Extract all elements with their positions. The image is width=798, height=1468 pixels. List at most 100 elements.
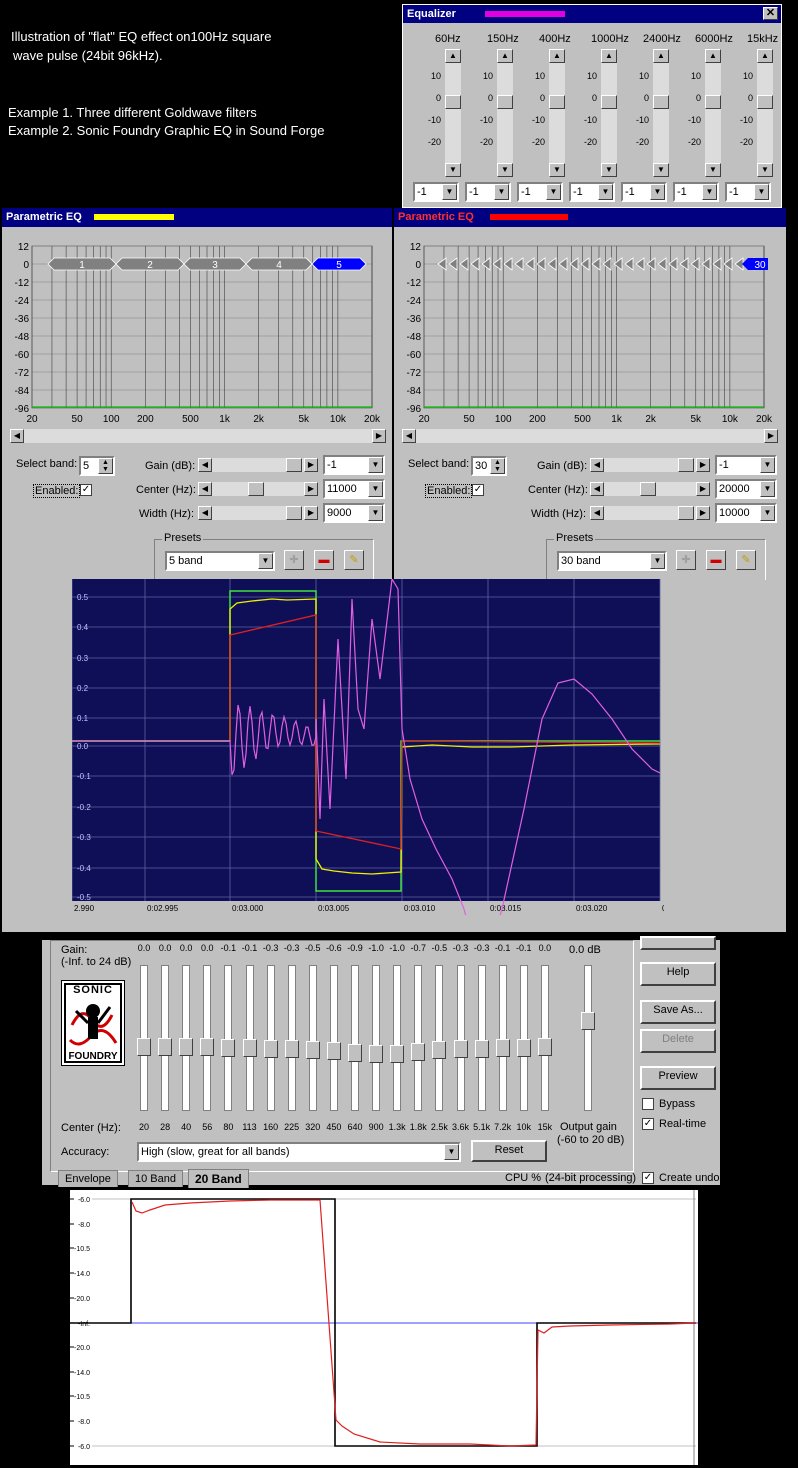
scroll-up-icon[interactable]: ▲ (601, 49, 617, 63)
scroll-left-icon[interactable]: ◀ (590, 506, 604, 520)
select-band-spinner[interactable]: 30 ▲ ▼ (471, 456, 507, 476)
band-gain-knob[interactable] (242, 1039, 257, 1057)
scroll-down-icon[interactable]: ▼ (497, 163, 513, 177)
delete-preset-icon[interactable]: ▬ (706, 550, 726, 570)
eq-band-thumb[interactable] (601, 95, 617, 109)
eq-band-slider[interactable]: ▲ ▼ (757, 49, 773, 177)
band-gain-knob[interactable] (284, 1040, 299, 1058)
width-slider[interactable]: ◀ ▶ (590, 506, 710, 520)
spinner-arrows-icon[interactable]: ▲ ▼ (98, 458, 113, 474)
edit-preset-icon[interactable]: ✎ (736, 550, 756, 570)
close-icon[interactable]: ✕ (763, 7, 778, 20)
output-gain-knob[interactable] (581, 1012, 595, 1030)
peq-right-hscroll[interactable]: ◀ ▶ (402, 429, 778, 443)
peq-left-hscroll[interactable]: ◀ ▶ (10, 429, 386, 443)
band-gain-knob[interactable] (369, 1045, 384, 1063)
scroll-right-icon[interactable]: ▶ (696, 482, 710, 496)
band-gain-knob[interactable] (137, 1038, 151, 1056)
eq-band-value-select[interactable]: -1 ▼ (465, 182, 511, 202)
chevron-down-icon[interactable]: ▼ (258, 553, 273, 569)
eq-band-thumb[interactable] (445, 95, 461, 109)
band-gain-knob[interactable] (516, 1039, 531, 1057)
eq-band-value-select[interactable]: -1 ▼ (569, 182, 615, 202)
output-gain-slider[interactable] (581, 965, 595, 1111)
width-thumb[interactable] (678, 506, 694, 520)
center-thumb[interactable] (640, 482, 656, 496)
eq-band-value-select[interactable]: -1 ▼ (621, 182, 667, 202)
chevron-down-icon[interactable]: ▼ (494, 184, 509, 200)
band-gain-knob[interactable] (305, 1041, 320, 1059)
eq-band-value-select[interactable]: -1 ▼ (673, 182, 719, 202)
chevron-down-icon[interactable]: ▼ (442, 184, 457, 200)
eq-band-slider[interactable]: ▲ ▼ (497, 49, 513, 177)
band-gain-slider[interactable] (158, 965, 173, 1111)
band-gain-slider[interactable] (137, 965, 151, 1111)
enabled-checkbox[interactable]: ✓ (472, 484, 484, 496)
band-gain-slider[interactable] (369, 965, 384, 1111)
center-select[interactable]: 20000 ▼ (715, 479, 777, 499)
chevron-down-icon[interactable]: ▼ (650, 553, 665, 569)
scroll-right-icon[interactable]: ▶ (304, 506, 318, 520)
gain-thumb[interactable] (286, 458, 302, 472)
band-gain-slider[interactable] (221, 965, 236, 1111)
gain-select[interactable]: -1 ▼ (715, 455, 777, 475)
center-select[interactable]: 11000 ▼ (323, 479, 385, 499)
scroll-right-icon[interactable]: ▶ (304, 458, 318, 472)
width-slider[interactable]: ◀ ▶ (198, 506, 318, 520)
tab-20-band[interactable]: 20 Band (188, 1169, 249, 1188)
band-gain-knob[interactable] (221, 1039, 236, 1057)
create-undo-checkbox[interactable]: ✓ (642, 1172, 654, 1184)
scroll-left-icon[interactable]: ◀ (402, 429, 416, 443)
band-gain-slider[interactable] (179, 965, 194, 1111)
eq-band-slider[interactable]: ▲ ▼ (601, 49, 617, 177)
band-gain-slider[interactable] (326, 965, 341, 1111)
chevron-down-icon[interactable]: ▼ (368, 481, 383, 497)
select-band-spinner[interactable]: 5 ▲ ▼ (79, 456, 115, 476)
delete-preset-icon[interactable]: ▬ (314, 550, 334, 570)
band-gain-slider[interactable] (474, 965, 489, 1111)
band-gain-slider[interactable] (390, 965, 405, 1111)
band-gain-knob[interactable] (432, 1041, 447, 1059)
chevron-down-icon[interactable]: ▼ (650, 184, 665, 200)
scroll-down-icon[interactable]: ▼ (549, 163, 565, 177)
accuracy-select[interactable]: High (slow, great for all bands) ▼ (137, 1142, 461, 1162)
gain-slider[interactable]: ◀ ▶ (590, 458, 710, 472)
preview-button[interactable]: Preview (640, 1066, 716, 1090)
band-gain-slider[interactable] (305, 965, 320, 1111)
eq-band-value-select[interactable]: -1 ▼ (413, 182, 459, 202)
band-gain-slider[interactable] (432, 965, 447, 1111)
scroll-left-icon[interactable]: ◀ (198, 458, 212, 472)
chevron-down-icon[interactable]: ▼ (754, 184, 769, 200)
chevron-down-icon[interactable]: ▼ (546, 184, 561, 200)
eq-band-value-select[interactable]: -1 ▼ (725, 182, 771, 202)
eq-band-thumb[interactable] (653, 95, 669, 109)
scroll-up-icon[interactable]: ▲ (549, 49, 565, 63)
tab-10-band[interactable]: 10 Band (128, 1170, 183, 1187)
eq-band-thumb[interactable] (497, 95, 513, 109)
gain-select[interactable]: -1 ▼ (323, 455, 385, 475)
scroll-right-icon[interactable]: ▶ (696, 458, 710, 472)
band-gain-knob[interactable] (179, 1038, 194, 1056)
peq-left-graph[interactable]: 12 0 -12 -24 -36 -48 -60 -72 -84 -96 20 50 100 200 500… (10, 236, 386, 448)
band-gain-knob[interactable] (453, 1040, 468, 1058)
scroll-left-icon[interactable]: ◀ (590, 458, 604, 472)
scroll-right-icon[interactable]: ▶ (764, 429, 778, 443)
band-gain-slider[interactable] (495, 965, 510, 1111)
edit-preset-icon[interactable]: ✎ (344, 550, 364, 570)
presets-select[interactable]: 5 band ▼ (165, 551, 275, 571)
band-gain-knob[interactable] (474, 1040, 489, 1058)
add-preset-icon[interactable]: ✚ (284, 550, 304, 570)
scroll-down-icon[interactable]: ▼ (445, 163, 461, 177)
eq-band-value-select[interactable]: -1 ▼ (517, 182, 563, 202)
band-gain-knob[interactable] (326, 1042, 341, 1060)
band-gain-slider[interactable] (200, 965, 215, 1111)
scroll-down-icon[interactable]: ▼ (757, 163, 773, 177)
eq-band-thumb[interactable] (705, 95, 721, 109)
delete-button[interactable]: Delete (640, 1029, 716, 1053)
band-gain-slider[interactable] (263, 965, 278, 1111)
reset-button[interactable]: Reset (471, 1140, 547, 1162)
center-slider[interactable]: ◀ ▶ (590, 482, 710, 496)
scroll-right-icon[interactable]: ▶ (304, 482, 318, 496)
scroll-down-icon[interactable]: ▼ (601, 163, 617, 177)
band-gain-slider[interactable] (242, 965, 257, 1111)
